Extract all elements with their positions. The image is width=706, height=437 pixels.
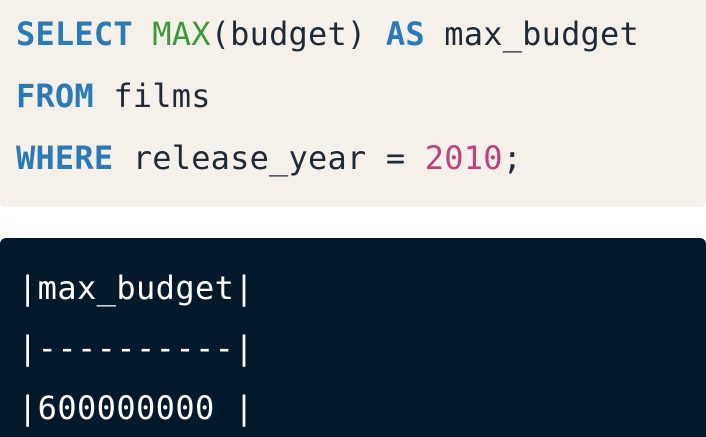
code-line-where: WHERE release_year = 2010;: [16, 138, 522, 178]
keyword-where: WHERE: [16, 139, 114, 177]
code-line-from: FROM films: [16, 76, 211, 116]
table-name: films: [113, 77, 211, 115]
result-header: |max_budget|: [18, 269, 254, 307]
query-result-output: |max_budget| |----------| |600000000 |: [0, 238, 706, 437]
column-alias: max_budget: [444, 15, 639, 53]
result-row: |600000000 |: [18, 389, 254, 427]
function-argument: (budget): [210, 15, 367, 53]
sql-code-block: SELECT MAX(budget) AS max_budget FROM fi…: [0, 0, 706, 207]
keyword-from: FROM: [16, 77, 94, 115]
result-separator: |----------|: [18, 329, 254, 367]
code-line-select: SELECT MAX(budget) AS max_budget: [16, 14, 639, 54]
statement-terminator: ;: [502, 139, 523, 177]
function-max: MAX: [152, 15, 211, 53]
keyword-as: AS: [385, 15, 425, 53]
year-value: 2010: [424, 139, 503, 177]
where-condition: release_year =: [132, 139, 406, 177]
keyword-select: SELECT: [16, 15, 133, 53]
